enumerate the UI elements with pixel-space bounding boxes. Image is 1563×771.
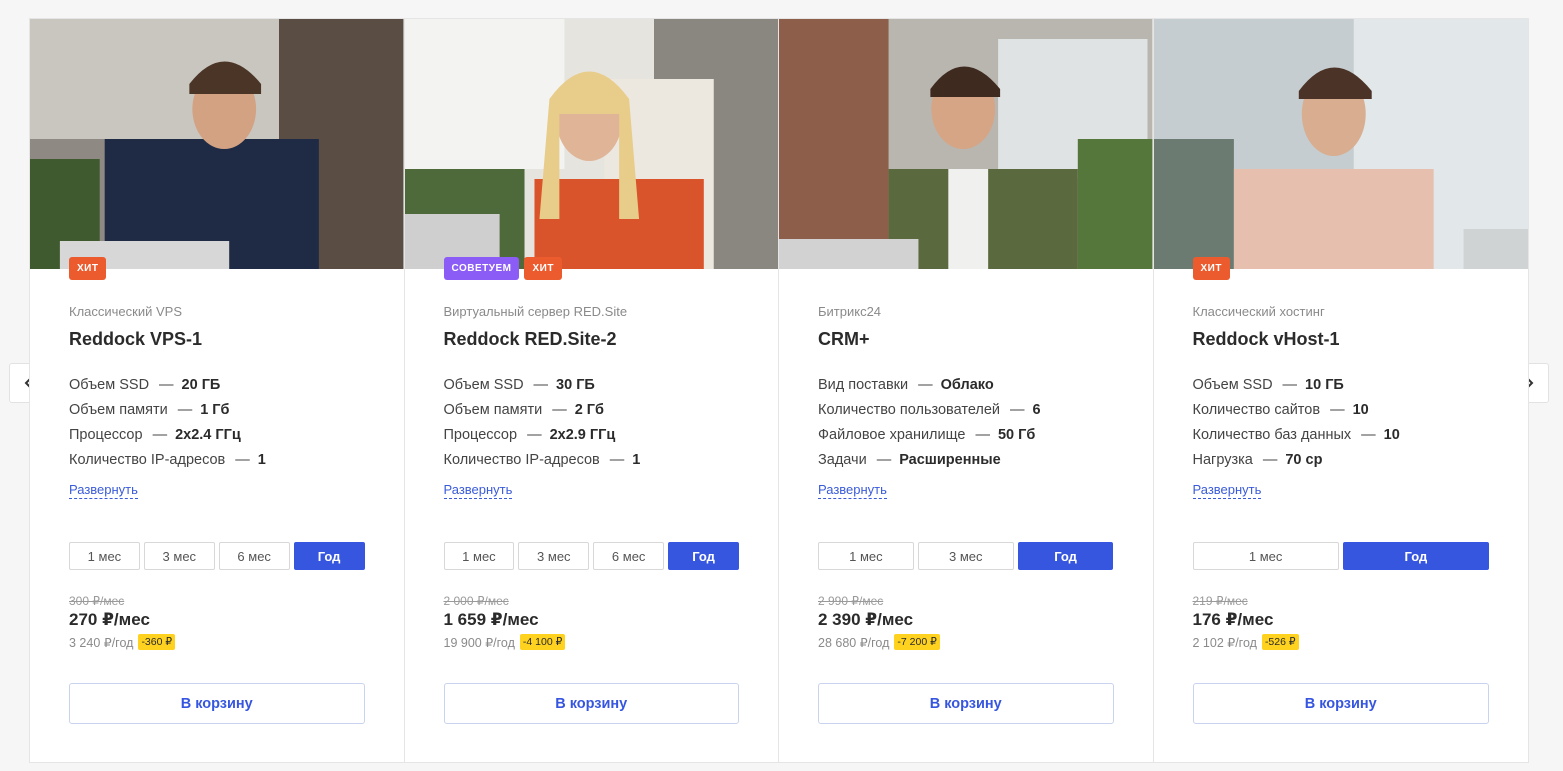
spec-item: Количество баз данных —10 — [1192, 427, 1400, 443]
product-photo — [404, 19, 778, 269]
spec-item: Объем SSD —20 ГБ — [69, 377, 221, 393]
price-block: 2 990 ₽/мес 2 390 ₽/мес 28 680 ₽/год -7 … — [818, 594, 940, 650]
old-price: 2 000 ₽/мес — [443, 594, 509, 608]
spec-list: Объем SSD —20 ГБ Объем памяти —1 Гб Процес… — [69, 373, 365, 473]
product-category: Виртуальный сервер RED.Site — [443, 304, 628, 319]
product-title: Reddock VPS-1 — [69, 329, 203, 349]
product-cards: ХИТ Классический VPS Reddock VPS-1 Объем… — [29, 18, 1529, 763]
year-price: 3 240 ₽/год — [69, 635, 134, 650]
old-price: 219 ₽/мес — [1192, 594, 1248, 608]
spec-item: Вид поставки — Облако — [818, 377, 994, 393]
period-6-months[interactable]: 6 мес — [218, 542, 290, 570]
period-selector: 1 мес 3 мес 6 мес Год — [443, 542, 739, 570]
period-6-months[interactable]: 6 мес — [593, 542, 665, 570]
spec-list: Объем SSD —30 ГБ Объем памяти —2 Гб Процес… — [444, 373, 740, 473]
hit-badge: ХИТ — [524, 257, 562, 280]
product-photo — [30, 19, 404, 269]
period-selector: 1 мес 3 мес Год — [818, 542, 1114, 570]
period-3-months[interactable]: 3 мес — [917, 542, 1014, 570]
recommend-badge: СОВЕТУЕМ — [443, 257, 520, 280]
saving-badge: -7 200 ₽ — [894, 634, 940, 650]
spec-item: Процессор —2х2.4 ГГц — [69, 427, 241, 443]
period-1-month[interactable]: 1 мес — [443, 542, 515, 570]
price-block: 300 ₽/мес 270 ₽/мес 3 240 ₽/год -360 ₽ — [69, 594, 176, 650]
spec-item: Объем SSD —30 ГБ — [443, 377, 595, 393]
current-price: 176 ₽/мес — [1192, 610, 1274, 629]
spec-item: Файловое хранилище —50 Гб — [818, 427, 1036, 443]
spec-item: Количество IP-адресов —1 — [443, 452, 641, 468]
period-1-month[interactable]: 1 мес — [1192, 542, 1339, 570]
product-category: Классический VPS — [69, 304, 182, 319]
period-year[interactable]: Год — [668, 542, 739, 570]
year-price: 2 102 ₽/год — [1192, 635, 1257, 650]
period-1-month[interactable]: 1 мес — [818, 542, 914, 570]
spec-list: Вид поставки — Облако Количество пользоват… — [818, 373, 1114, 473]
product-card: ХИТ Классический VPS Reddock VPS-1 Объем… — [30, 19, 405, 762]
expand-link[interactable]: Развернуть — [818, 482, 887, 499]
add-to-cart-button[interactable]: В корзину — [443, 683, 739, 724]
badge-group: СОВЕТУЕМ ХИТ — [443, 257, 562, 280]
spec-item: Задачи — Расширенные — [818, 452, 1001, 468]
year-price-row: 2 102 ₽/год -526 ₽ — [1193, 634, 1299, 650]
spec-item: Процессор —2х2.9 ГГц — [443, 427, 616, 443]
spec-item: Количество пользователей —6 — [818, 402, 1041, 418]
product-card: ХИТ Классический хостинг Reddock vHost-1… — [1153, 19, 1528, 762]
period-year[interactable]: Год — [293, 542, 365, 570]
add-to-cart-button[interactable]: В корзину — [69, 683, 365, 724]
saving-badge: -4 100 ₽ — [519, 634, 566, 650]
hit-badge: ХИТ — [1192, 257, 1230, 280]
period-selector: 1 мес 3 мес 6 мес Год — [69, 542, 365, 570]
expand-link[interactable]: Развернуть — [443, 482, 513, 499]
old-price: 2 990 ₽/мес — [818, 594, 884, 608]
product-photo — [779, 19, 1153, 269]
product-card: СОВЕТУЕМ ХИТ Виртуальный сервер RED.Site… — [404, 19, 779, 762]
product-photo — [1153, 19, 1528, 269]
price-block: 219 ₽/мес 176 ₽/мес 2 102 ₽/год -526 ₽ — [1193, 594, 1299, 650]
badge-group: ХИТ — [1192, 257, 1230, 280]
hit-badge: ХИТ — [69, 257, 107, 280]
period-3-months[interactable]: 3 мес — [143, 542, 215, 570]
saving-badge: -360 ₽ — [138, 634, 176, 650]
year-price: 19 900 ₽/год — [443, 635, 515, 650]
expand-link[interactable]: Развернуть — [69, 482, 138, 499]
period-year[interactable]: Год — [1342, 542, 1489, 570]
year-price-row: 19 900 ₽/год -4 100 ₽ — [444, 634, 566, 650]
spec-item: Объем SSD —10 ГБ — [1192, 377, 1344, 393]
product-card: Битрикс24 CRM+ Вид поставки — Облако Колич… — [779, 19, 1154, 762]
badge-group: ХИТ — [69, 257, 107, 280]
product-title: Reddock vHost-1 — [1192, 329, 1340, 349]
expand-link[interactable]: Развернуть — [1192, 482, 1262, 499]
product-title: CRM+ — [818, 329, 870, 349]
spec-item: Нагрузка —70 cp — [1192, 452, 1323, 468]
period-3-months[interactable]: 3 мес — [518, 542, 590, 570]
year-price: 28 680 ₽/год — [818, 635, 890, 650]
spec-item: Количество сайтов —10 — [1192, 402, 1369, 418]
add-to-cart-button[interactable]: В корзину — [1192, 683, 1489, 724]
spec-item: Объем памяти —2 Гб — [443, 402, 605, 418]
product-title: Reddock RED.Site-2 — [443, 329, 617, 349]
spec-item: Количество IP-адресов —1 — [69, 452, 266, 468]
price-block: 2 000 ₽/мес 1 659 ₽/мес 19 900 ₽/год -4 … — [444, 594, 566, 650]
old-price: 300 ₽/мес — [69, 594, 125, 608]
current-price: 2 390 ₽/мес — [818, 610, 914, 629]
year-price-row: 28 680 ₽/год -7 200 ₽ — [818, 634, 940, 650]
period-year[interactable]: Год — [1017, 542, 1114, 570]
saving-badge: -526 ₽ — [1261, 634, 1299, 650]
current-price: 270 ₽/мес — [69, 610, 150, 629]
spec-item: Объем памяти —1 Гб — [69, 402, 230, 418]
product-category: Классический хостинг — [1192, 304, 1325, 319]
year-price-row: 3 240 ₽/год -360 ₽ — [69, 634, 176, 650]
current-price: 1 659 ₽/мес — [443, 610, 539, 629]
period-1-month[interactable]: 1 мес — [69, 542, 140, 570]
product-category: Битрикс24 — [818, 304, 882, 319]
add-to-cart-button[interactable]: В корзину — [818, 683, 1114, 724]
period-selector: 1 мес Год — [1192, 542, 1489, 570]
spec-list: Объем SSD —10 ГБ Количество сайтов —10 Кол… — [1193, 373, 1490, 473]
